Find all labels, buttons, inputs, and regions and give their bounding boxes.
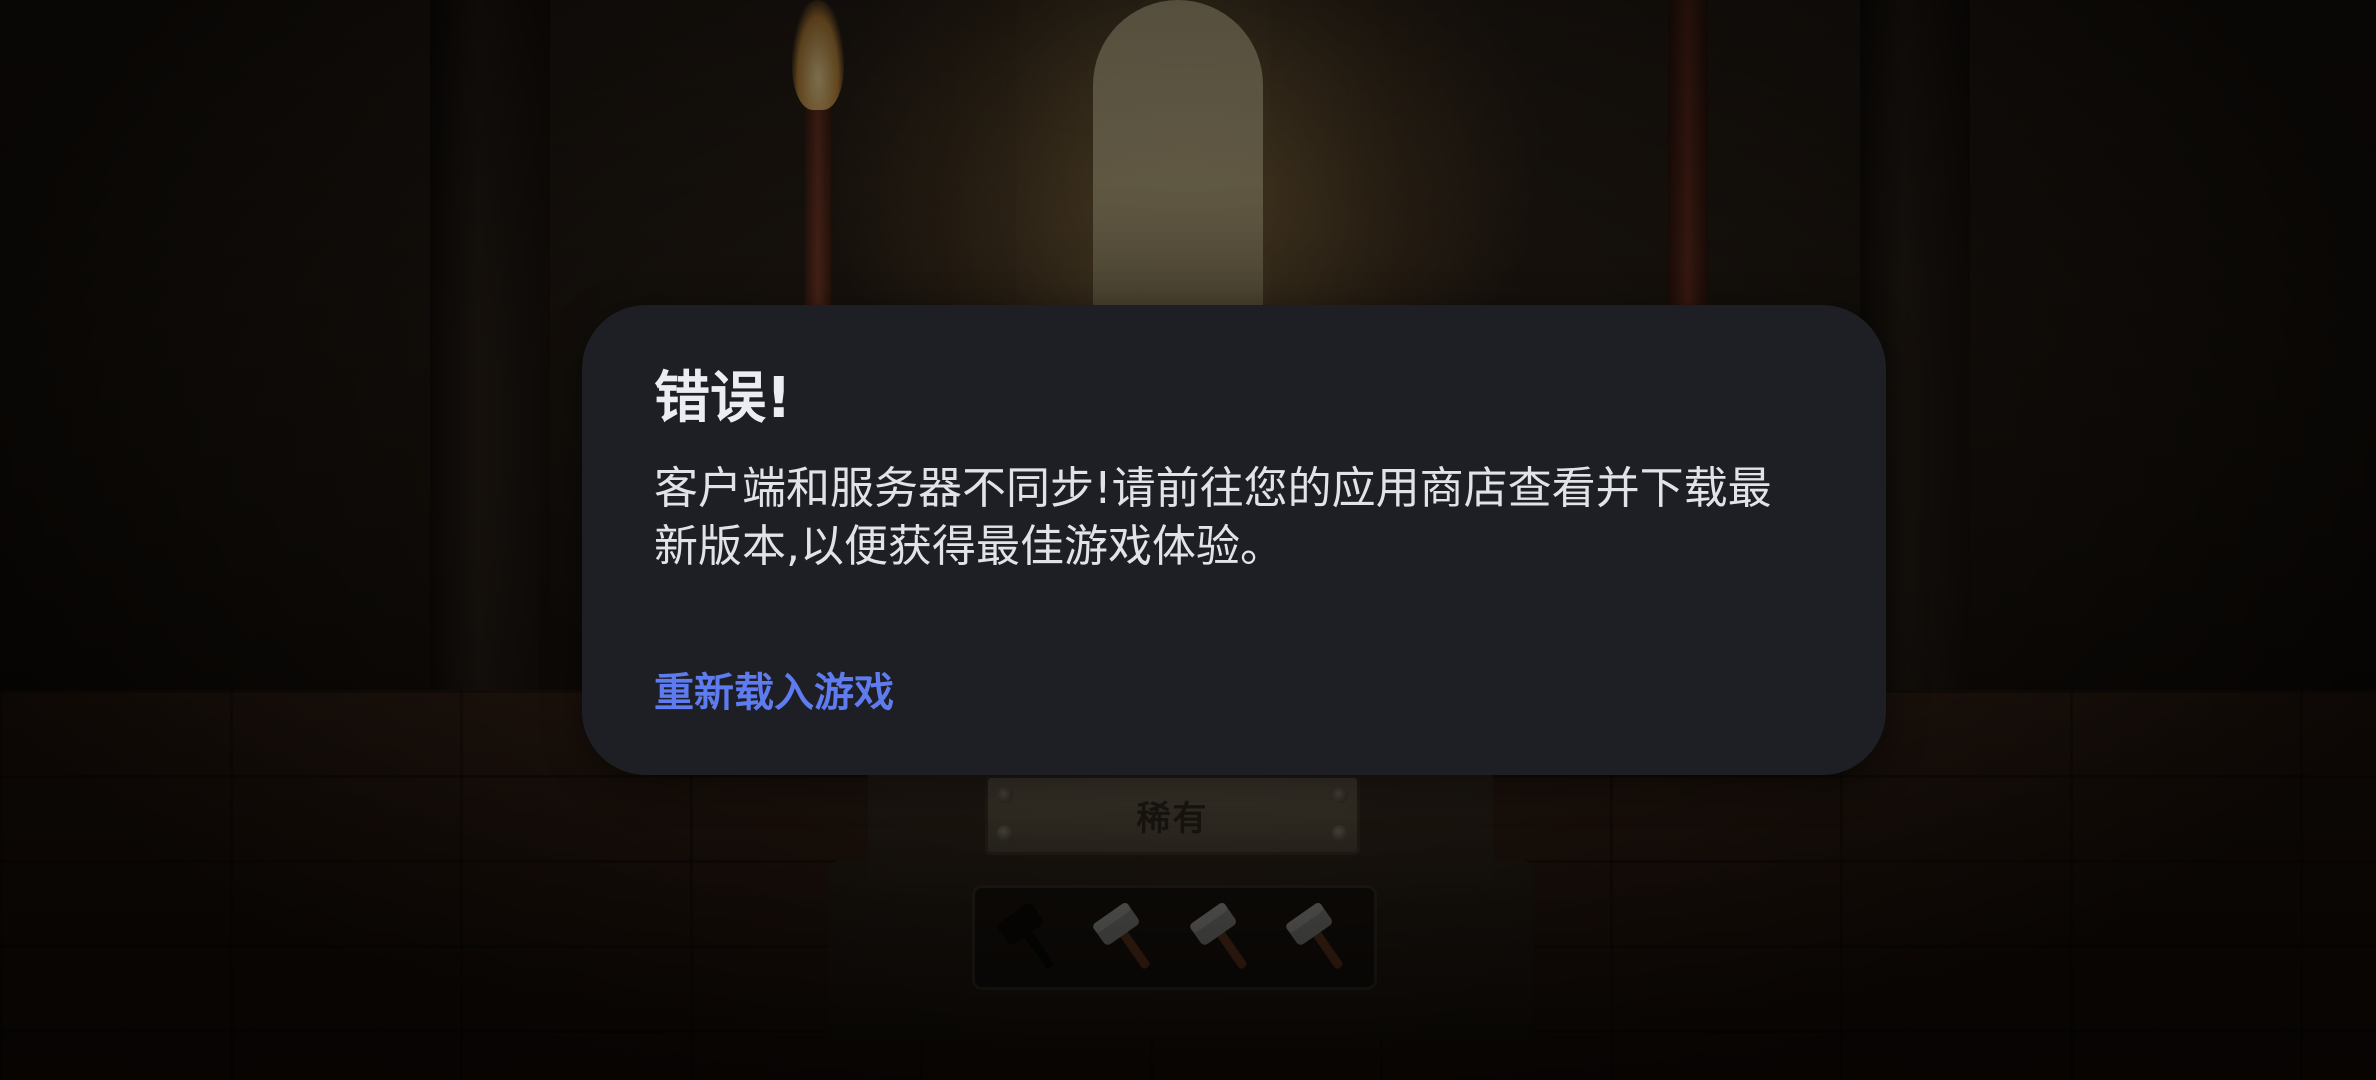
reload-game-button[interactable]: 重新载入游戏 [654, 660, 894, 718]
dialog-message: 客户端和服务器不同步!请前往您的应用商店查看并下载最新版本,以便获得最佳游戏体验… [654, 463, 1772, 573]
error-dialog: 错误! 客户端和服务器不同步!请前往您的应用商店查看并下载最新版本,以便获得最佳… [582, 305, 1886, 775]
dialog-title: 错误! [654, 366, 792, 431]
